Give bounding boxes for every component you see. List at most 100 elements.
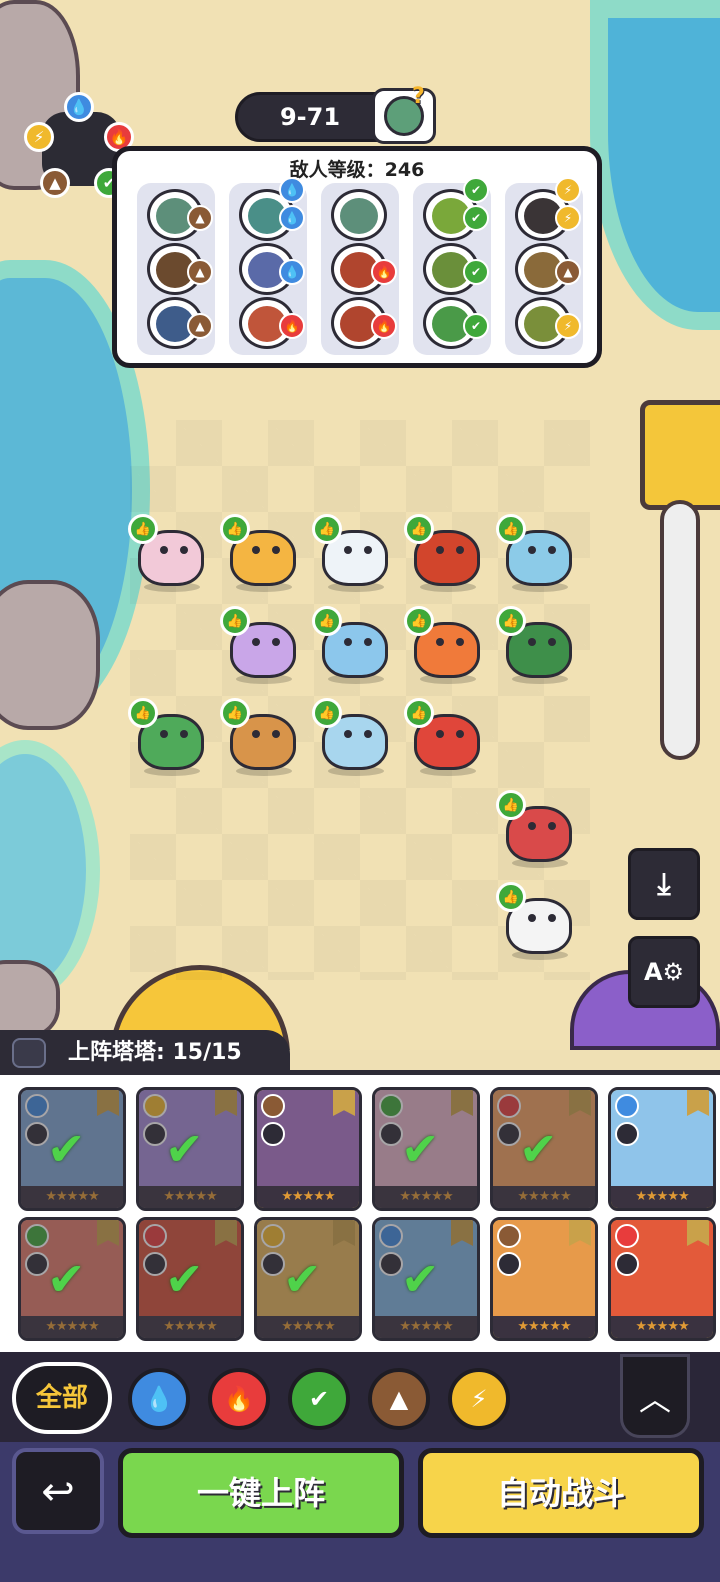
check-icon: ✔ bbox=[47, 1252, 86, 1306]
one-click-deploy-button[interactable]: 一键上阵 bbox=[118, 1448, 404, 1538]
tower-card[interactable]: ★★★★★ ✔ bbox=[372, 1087, 480, 1211]
tower-eye bbox=[344, 730, 352, 738]
tower-eye bbox=[548, 822, 556, 830]
tower-card[interactable]: ★★★★★ ✔ bbox=[136, 1217, 244, 1341]
water-icon: 💧 bbox=[64, 92, 94, 122]
save-lineup-button[interactable]: ⤓ bbox=[628, 848, 700, 920]
auto-settings-button[interactable]: A⚙ bbox=[628, 936, 700, 1008]
rock-left bbox=[0, 580, 100, 730]
rock-bottom-left bbox=[0, 960, 60, 1040]
board-tower[interactable]: 👍 bbox=[496, 790, 578, 872]
filter-earth-button[interactable]: ▲ bbox=[368, 1368, 430, 1430]
earth-icon: ▲ bbox=[187, 259, 213, 285]
tower-eye bbox=[456, 546, 464, 554]
tower-eye bbox=[272, 730, 280, 738]
check-icon: ✔ bbox=[283, 1252, 322, 1306]
tower-card[interactable]: ★★★★★ bbox=[608, 1217, 716, 1341]
tower-card[interactable]: ★★★★★ ✔ bbox=[254, 1217, 362, 1341]
enemy-wave-3: 🔥 🔥 bbox=[321, 183, 399, 355]
tower-card[interactable]: ★★★★★ ✔ bbox=[490, 1087, 598, 1211]
leaf-icon: ✔ bbox=[463, 259, 489, 285]
filter-water-button[interactable]: 💧 bbox=[128, 1368, 190, 1430]
help-question-icon[interactable]: ? bbox=[412, 84, 425, 109]
leaf-icon: ✔ bbox=[463, 177, 489, 203]
enemy-wave-5: ⚡ ▲ ⚡ ⚡ bbox=[505, 177, 583, 355]
tower-eye bbox=[436, 730, 444, 738]
boss-preview-button[interactable] bbox=[372, 88, 436, 144]
board-tower[interactable]: 👍 bbox=[220, 698, 302, 780]
download-icon: ⤓ bbox=[657, 866, 671, 902]
thumbs-up-icon: 👍 bbox=[404, 698, 434, 728]
tower-eye bbox=[364, 730, 372, 738]
tower-eye bbox=[528, 822, 536, 830]
tower-eye bbox=[344, 638, 352, 646]
leaf-icon: ✔ bbox=[463, 205, 489, 231]
board-tower[interactable]: 👍 bbox=[312, 514, 394, 596]
board-tower[interactable]: 👍 bbox=[404, 698, 486, 780]
thumbs-up-icon: 👍 bbox=[128, 698, 158, 728]
bolt-icon: ⚡ bbox=[24, 122, 54, 152]
board-tower[interactable]: 👍 bbox=[128, 698, 210, 780]
check-icon: ✔ bbox=[519, 1122, 558, 1176]
earth-icon: ▲ bbox=[40, 168, 70, 198]
tower-card[interactable]: ★★★★★ ✔ bbox=[18, 1087, 126, 1211]
thumbs-up-icon: 👍 bbox=[312, 606, 342, 636]
fire-icon: 🔥 bbox=[279, 313, 305, 339]
leaf-icon: ✔ bbox=[463, 313, 489, 339]
star-rating: ★★★★★ bbox=[611, 1316, 713, 1338]
board-tower[interactable]: 👍 bbox=[496, 882, 578, 964]
tower-card[interactable]: ★★★★★ bbox=[608, 1087, 716, 1211]
fire-icon: 🔥 bbox=[224, 1385, 254, 1413]
board-tower[interactable]: 👍 bbox=[496, 606, 578, 688]
tower-eye bbox=[344, 546, 352, 554]
thumbs-up-icon: 👍 bbox=[404, 606, 434, 636]
tower-card[interactable]: ★★★★★ ✔ bbox=[18, 1217, 126, 1341]
roster-count: 上阵塔塔: 15/15 bbox=[68, 1040, 242, 1065]
auto-battle-button[interactable]: 自动战斗 bbox=[418, 1448, 704, 1538]
tower-eye bbox=[528, 546, 536, 554]
thumbs-up-icon: 👍 bbox=[496, 790, 526, 820]
earth-icon: ▲ bbox=[187, 205, 213, 231]
fire-icon bbox=[615, 1224, 639, 1248]
filter-fire-button[interactable]: 🔥 bbox=[208, 1368, 270, 1430]
filter-leaf-button[interactable]: ✔ bbox=[288, 1368, 350, 1430]
leaf-icon: ✔ bbox=[308, 1385, 330, 1413]
bolt-icon: ⚡ bbox=[555, 177, 581, 203]
board-tower[interactable]: 👍 bbox=[312, 698, 394, 780]
filter-all-button[interactable]: 全部 bbox=[12, 1362, 112, 1434]
tower-eye bbox=[436, 546, 444, 554]
board-tower[interactable]: 👍 bbox=[128, 514, 210, 596]
water-icon: 💧 bbox=[279, 259, 305, 285]
tower-eye bbox=[252, 730, 260, 738]
role-icon bbox=[497, 1252, 521, 1276]
board-tower[interactable]: 👍 bbox=[220, 606, 302, 688]
water-icon: 💧 bbox=[144, 1385, 174, 1413]
stage-label: 9-71 bbox=[279, 103, 341, 131]
board-tower[interactable]: 👍 bbox=[404, 606, 486, 688]
tower-eye bbox=[436, 638, 444, 646]
board-tower[interactable]: 👍 bbox=[312, 606, 394, 688]
tower-card[interactable]: ★★★★★ bbox=[254, 1087, 362, 1211]
collapse-chevron-up-icon[interactable]: ︿ bbox=[620, 1354, 690, 1438]
filter-bolt-button[interactable]: ⚡ bbox=[448, 1368, 510, 1430]
tower-eye bbox=[272, 546, 280, 554]
board-tower[interactable]: 👍 bbox=[404, 514, 486, 596]
check-icon: ✔ bbox=[165, 1122, 204, 1176]
back-button[interactable]: ↩ bbox=[12, 1448, 104, 1534]
earth-icon: ▲ bbox=[389, 1385, 409, 1413]
earth-icon bbox=[497, 1224, 521, 1248]
board-tower[interactable]: 👍 bbox=[496, 514, 578, 596]
tower-card[interactable]: ★★★★★ ✔ bbox=[136, 1087, 244, 1211]
roster-panel[interactable]: ★★★★★ ✔ ★★★★★ ✔ ★★★★★ ★★★★★ ✔ ★★★★★ ✔ ★★★★★ ★★★★★ ✔… bbox=[0, 1070, 720, 1352]
thumbs-up-icon: 👍 bbox=[220, 606, 250, 636]
tower-card[interactable]: ★★★★★ bbox=[490, 1217, 598, 1341]
thumbs-up-icon: 👍 bbox=[220, 514, 250, 544]
enemy-zombie-icon bbox=[331, 189, 387, 241]
auto-gear-icon: A⚙ bbox=[643, 958, 685, 986]
tower-eye bbox=[252, 546, 260, 554]
tower-eye bbox=[528, 914, 536, 922]
fire-icon: 🔥 bbox=[371, 313, 397, 339]
board-tower[interactable]: 👍 bbox=[220, 514, 302, 596]
tower-card[interactable]: ★★★★★ ✔ bbox=[372, 1217, 480, 1341]
tower-eye bbox=[456, 730, 464, 738]
